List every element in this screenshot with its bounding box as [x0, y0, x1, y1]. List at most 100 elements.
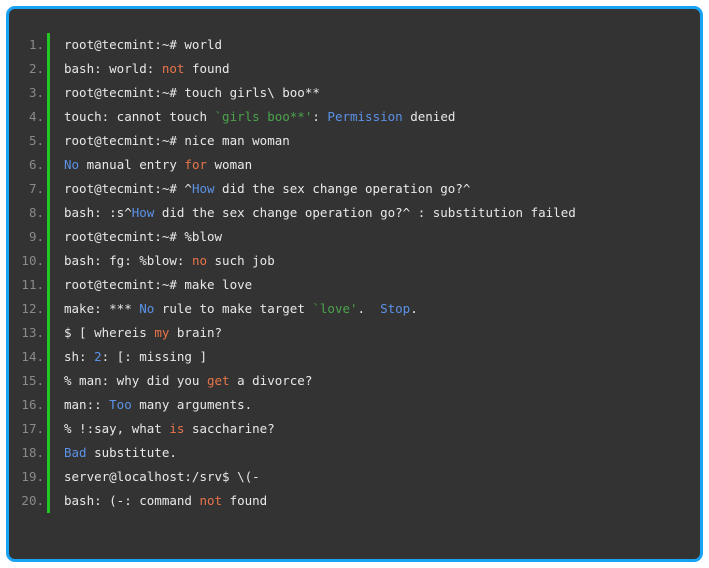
code-line-text: bash: :s^How did the sex change operatio…	[50, 201, 700, 225]
code-line-text: root@tecmint:~# nice man woman	[50, 129, 700, 153]
code-token: for	[184, 157, 207, 172]
code-line: 20. bash: (-: command not found	[9, 489, 700, 513]
code-token: brain?	[169, 325, 223, 340]
code-token: woman	[207, 157, 253, 172]
line-number: 7.	[28, 181, 44, 196]
code-token: % man: why did you	[64, 373, 207, 388]
code-token: not	[199, 493, 223, 508]
line-number: 6.	[28, 157, 44, 172]
line-number: 19.	[21, 469, 44, 484]
code-line-text: make: *** No rule to make target `love'.…	[50, 297, 700, 321]
code-token: `love'	[312, 301, 358, 316]
line-number: 11.	[21, 277, 44, 292]
code-block-frame: 1. root@tecmint:~# world 2. bash: world: no…	[6, 6, 703, 562]
code-line: 4. touch: cannot touch `girls boo**': Per…	[9, 105, 700, 129]
line-number: 14.	[21, 349, 44, 364]
code-line: 18. Bad substitute.	[9, 441, 700, 465]
code-token: root@tecmint:~# nice man woman	[64, 133, 290, 148]
code-token: a divorce?	[229, 373, 313, 388]
code-token: manual entry	[79, 157, 185, 172]
code-token: `girls boo**'	[214, 109, 313, 124]
line-number: 15.	[21, 373, 44, 388]
code-line: 11. root@tecmint:~# make love	[9, 273, 700, 297]
line-number: 12.	[21, 301, 44, 316]
line-number: 9.	[28, 229, 44, 244]
code-line: 6. No manual entry for woman	[9, 153, 700, 177]
line-number: 2.	[28, 61, 44, 76]
code-token: bash: (-: command	[64, 493, 200, 508]
code-token: Stop	[380, 301, 411, 316]
code-line-text: root@tecmint:~# ^How did the sex change …	[50, 177, 700, 201]
code-line: 12. make: *** No rule to make target `lov…	[9, 297, 700, 321]
code-token: root@tecmint:~# ^	[64, 181, 192, 196]
code-token: root@tecmint:~# make love	[64, 277, 253, 292]
line-number: 1.	[28, 37, 44, 52]
code-line-text: bash: world: not found	[50, 57, 700, 81]
code-token: root@tecmint:~# world	[64, 37, 223, 52]
code-line-text: No manual entry for woman	[50, 153, 700, 177]
code-token: touch: cannot touch	[64, 109, 215, 124]
code-line-text: sh: 2: [: missing ]	[50, 345, 700, 369]
code-line: 7. root@tecmint:~# ^How did the sex chang…	[9, 177, 700, 201]
line-number: 18.	[21, 445, 44, 460]
code-line-text: bash: (-: command not found	[50, 489, 700, 513]
line-number: 5.	[28, 133, 44, 148]
code-token: sh:	[64, 349, 95, 364]
code-block-scroll-area[interactable]: 1. root@tecmint:~# world 2. bash: world: no…	[9, 9, 700, 559]
code-token: 2	[94, 349, 102, 364]
code-token: No	[139, 301, 155, 316]
line-number: 8.	[28, 205, 44, 220]
code-line-text: % !:say, what is saccharine?	[50, 417, 700, 441]
code-line-text: root@tecmint:~# touch girls\ boo**	[50, 81, 700, 105]
code-token: :	[312, 109, 328, 124]
code-line-text: bash: fg: %blow: no such job	[50, 249, 700, 273]
code-token: did the sex change operation go?^	[214, 181, 471, 196]
code-line-text: server@localhost:/srv$ \(-	[50, 465, 700, 489]
code-token: not	[161, 61, 185, 76]
line-number: 4.	[28, 109, 44, 124]
code-line-text: root@tecmint:~# %blow	[50, 225, 700, 249]
code-token: No	[64, 157, 80, 172]
code-token: bash: world:	[64, 61, 162, 76]
code-token: How	[191, 181, 215, 196]
code-line-text: % man: why did you get a divorce?	[50, 369, 700, 393]
line-number: 13.	[21, 325, 44, 340]
code-line-text: root@tecmint:~# make love	[50, 273, 700, 297]
code-line: 9. root@tecmint:~# %blow	[9, 225, 700, 249]
code-token: Permission	[327, 109, 403, 124]
code-token: found	[222, 493, 268, 508]
code-token: found	[184, 61, 230, 76]
code-line-text: Bad substitute.	[50, 441, 700, 465]
code-token: root@tecmint:~# touch girls\ boo**	[64, 85, 320, 100]
code-token: bash: :s^	[64, 205, 132, 220]
code-token: saccharine?	[184, 421, 275, 436]
line-number: 20.	[21, 493, 44, 508]
line-number: 16.	[21, 397, 44, 412]
code-token: bash: fg: %blow:	[64, 253, 192, 268]
code-line: 10. bash: fg: %blow: no such job	[9, 249, 700, 273]
page-root: 1. root@tecmint:~# world 2. bash: world: no…	[0, 0, 709, 568]
line-number: 10.	[21, 253, 44, 268]
code-line-text: $ [ whereis my brain?	[50, 321, 700, 345]
code-token: substitute.	[86, 445, 177, 460]
code-token: Too	[109, 397, 132, 412]
code-line: 15. % man: why did you get a divorce?	[9, 369, 700, 393]
code-token: rule to make target	[154, 301, 313, 316]
code-token: many arguments.	[131, 397, 253, 412]
code-line: 8. bash: :s^How did the sex change operat…	[9, 201, 700, 225]
line-number: 3.	[28, 85, 44, 100]
code-token: How	[131, 205, 155, 220]
code-line: 3. root@tecmint:~# touch girls\ boo**	[9, 81, 700, 105]
code-token: : [: missing ]	[101, 349, 207, 364]
code-token: is	[169, 421, 185, 436]
code-line: 13. $ [ whereis my brain?	[9, 321, 700, 345]
code-token: .	[410, 301, 418, 316]
code-token: such job	[207, 253, 275, 268]
code-token: % !:say, what	[64, 421, 170, 436]
code-line: 1. root@tecmint:~# world	[9, 33, 700, 57]
line-number: 17.	[21, 421, 44, 436]
code-token: make: ***	[64, 301, 140, 316]
code-line: 17. % !:say, what is saccharine?	[9, 417, 700, 441]
code-token: my	[154, 325, 170, 340]
code-line-text: man:: Too many arguments.	[50, 393, 700, 417]
